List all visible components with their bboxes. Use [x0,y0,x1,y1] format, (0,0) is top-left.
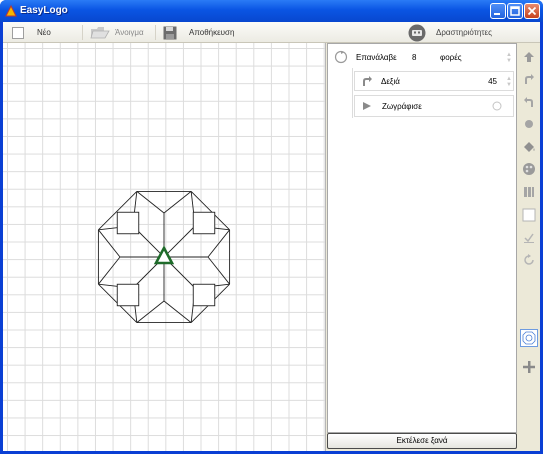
toolbar-separator [82,25,83,40]
open-label: Άνοιγμα [115,28,144,37]
pause-icon[interactable] [521,184,537,200]
checkmark-icon[interactable] [521,230,537,246]
pattern-line [207,256,230,285]
tool-sidebar [518,43,540,451]
pattern-line [163,191,192,214]
pattern-square [192,283,216,307]
repeat-icon [334,50,348,64]
pattern-square [192,211,216,235]
undo-icon[interactable] [521,94,537,110]
maximize-button[interactable] [507,3,523,19]
activities-icon [408,24,426,41]
play-icon [363,102,371,110]
repeat-unit: φορές [440,52,462,62]
arrow-up-icon[interactable] [521,49,537,65]
value-spinner-icon[interactable]: ▲ ▼ [506,76,512,88]
color-palette-icon[interactable] [521,161,537,177]
close-icon [527,6,537,16]
minimize-button[interactable] [490,3,506,19]
pattern-line [136,191,165,214]
repeat-count[interactable]: 8 [412,53,440,62]
activities-label: Δραστηριότητες [436,28,492,37]
open-button[interactable]: Άνοιγμα [90,22,144,43]
window-title: EasyLogo [20,5,68,16]
title-bar[interactable]: EasyLogo [0,0,543,22]
draw-block[interactable]: Ζωγράφισε [354,95,514,117]
client-area: Νέο Άνοιγμα Αποθήκευση Δραστηριότητες Επ… [3,22,540,451]
save-button[interactable]: Αποθήκευση [163,22,234,43]
refresh-icon[interactable] [521,252,537,268]
folder-icon [90,26,110,38]
pattern-square [116,211,140,235]
floppy-disk-icon [163,26,177,39]
app-logo-icon [5,5,17,17]
maximize-icon [510,6,520,16]
main-toolbar: Νέο Άνοιγμα Αποθήκευση Δραστηριότητες [3,22,540,43]
paint-bucket-icon[interactable] [521,139,537,155]
new-file-icon [12,26,24,39]
app-window: EasyLogo Νέο Άνοιγμα Αποθήκευση Δραστηρι… [0,0,543,454]
scroll-up-arrow-icon[interactable]: ▲ ▼ [506,52,512,64]
turn-right-label: Δεξιά [381,76,400,86]
turn-right-icon [363,76,372,86]
turn-right-block[interactable]: Δεξιά 45 ▲ ▼ [354,71,514,91]
grid-pattern-icon[interactable] [520,329,538,347]
toolbar-separator [155,25,156,40]
save-label: Αποθήκευση [189,28,235,37]
pattern-line [98,256,121,285]
program-panel[interactable]: Επανάλαβε 8 φορές ▲ ▼ Δεξιά 45 ▲ ▼ Ζωγράφι… [327,43,517,433]
minimize-icon [494,13,500,15]
turtle-icon [153,245,175,265]
activities-button[interactable]: Δραστηριότητες [408,22,492,43]
add-icon[interactable] [521,359,537,375]
close-button[interactable] [524,3,540,19]
new-button[interactable]: Νέο [12,22,51,43]
run-again-button[interactable]: Εκτέλεσε ξανά [327,433,517,449]
blank-page-icon[interactable] [521,207,537,223]
pen-dot-icon[interactable] [521,116,537,132]
pattern-line [136,300,165,323]
new-label: Νέο [37,28,51,37]
pattern-line [98,229,121,258]
repeat-label: Επανάλαβε [356,52,397,62]
redo-icon[interactable] [521,71,537,87]
pattern-line [163,225,196,258]
radio-indicator-icon[interactable] [492,101,502,111]
pattern-line [163,300,192,323]
pattern-square [116,283,140,307]
draw-label: Ζωγράφισε [382,101,422,111]
turtle-drawing [97,190,231,324]
drawing-canvas[interactable] [3,43,326,451]
turn-right-value[interactable]: 45 [477,77,497,86]
repeat-bracket [352,68,353,118]
repeat-block[interactable]: Επανάλαβε 8 φορές ▲ ▼ [330,47,514,67]
